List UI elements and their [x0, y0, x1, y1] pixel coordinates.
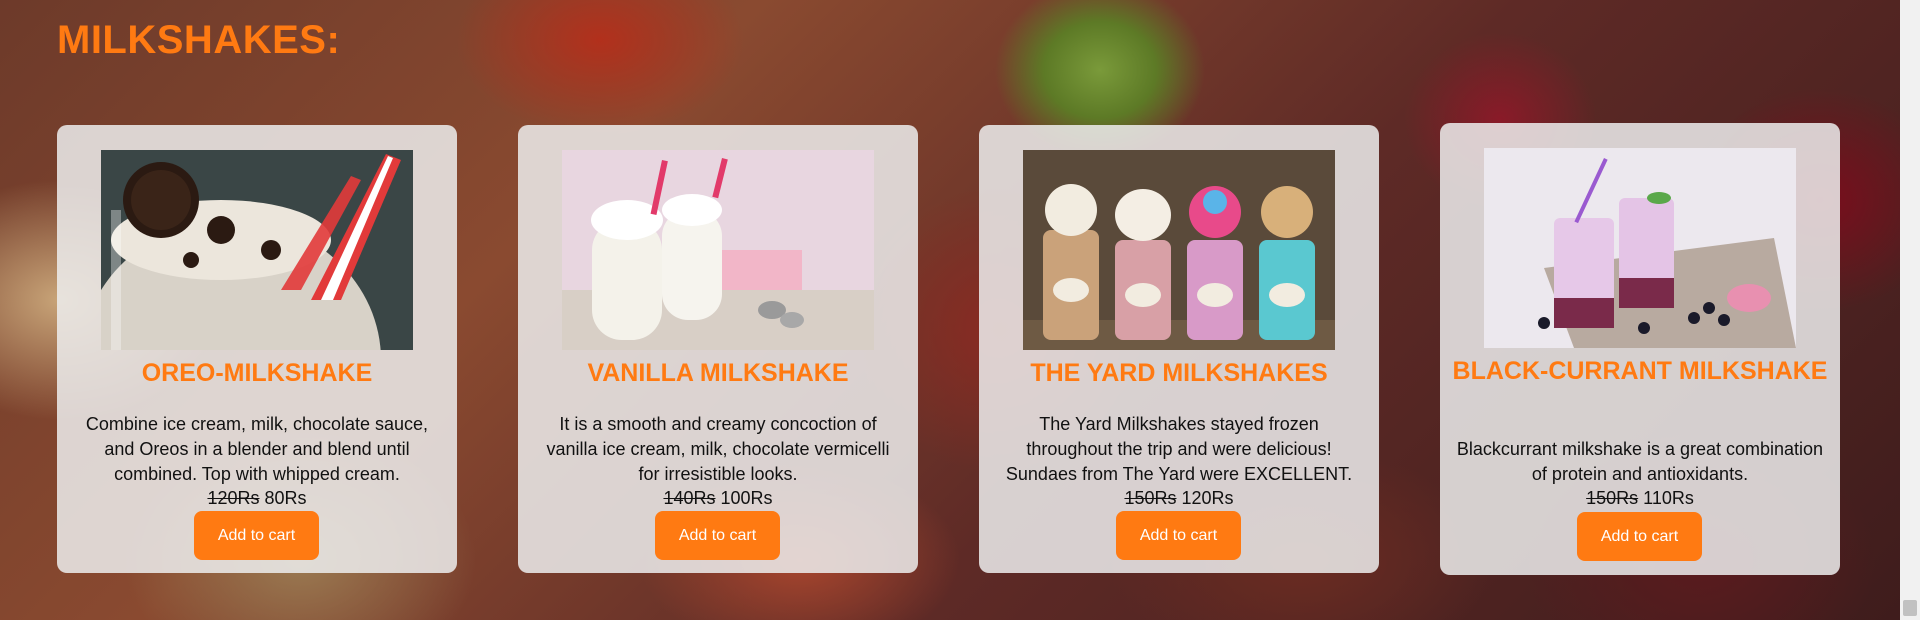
product-name: BLACK-CURRANT MILKSHAKE	[1452, 357, 1828, 385]
product-image-black-currant	[1484, 148, 1796, 348]
product-name: THE YARD MILKSHAKES	[1030, 359, 1328, 387]
old-price: 120Rs	[207, 488, 260, 508]
product-image-oreo	[101, 150, 413, 350]
product-price: 150Rs 110Rs	[1440, 487, 1840, 509]
product-name: OREO-MILKSHAKE	[141, 359, 373, 387]
old-price: 150Rs	[1586, 488, 1639, 508]
scrollbar-thumb[interactable]	[1903, 600, 1917, 616]
old-price: 140Rs	[663, 488, 716, 508]
product-price: 150Rs 120Rs	[979, 487, 1379, 509]
add-to-cart-button[interactable]: Add to cart	[194, 511, 319, 560]
product-card-oreo: OREO-MILKSHAKE Combine ice cream, milk, …	[57, 125, 457, 573]
product-description: It is a smooth and creamy concoction of …	[546, 414, 890, 484]
add-to-cart-button[interactable]: Add to cart	[655, 511, 780, 560]
product-description: Blackcurrant milkshake is a great combin…	[1456, 439, 1824, 484]
add-to-cart-button[interactable]: Add to cart	[1116, 511, 1241, 560]
product-card-vanilla: VANILLA MILKSHAKE It is a smooth and cre…	[518, 125, 918, 573]
add-to-cart-button[interactable]: Add to cart	[1577, 512, 1702, 561]
product-description: The Yard Milkshakes stayed frozen throug…	[1005, 414, 1353, 484]
page-title: MILKSHAKES:	[57, 18, 341, 62]
product-image-vanilla	[562, 150, 874, 350]
product-card-the-yard: THE YARD MILKSHAKES The Yard Milkshakes …	[979, 125, 1379, 573]
product-price: 140Rs 100Rs	[518, 487, 918, 509]
new-price: 120Rs	[1181, 488, 1234, 508]
new-price: 100Rs	[720, 488, 773, 508]
product-description: Combine ice cream, milk, chocolate sauce…	[85, 414, 429, 484]
product-name: VANILLA MILKSHAKE	[587, 359, 849, 387]
old-price: 150Rs	[1124, 488, 1177, 508]
product-price: 120Rs 80Rs	[57, 487, 457, 509]
product-image-the-yard	[1023, 150, 1335, 350]
new-price: 80Rs	[264, 488, 307, 508]
vertical-scrollbar[interactable]	[1900, 0, 1920, 620]
product-card-black-currant: BLACK-CURRANT MILKSHAKE Blackcurrant mil…	[1440, 123, 1840, 575]
new-price: 110Rs	[1643, 488, 1694, 508]
